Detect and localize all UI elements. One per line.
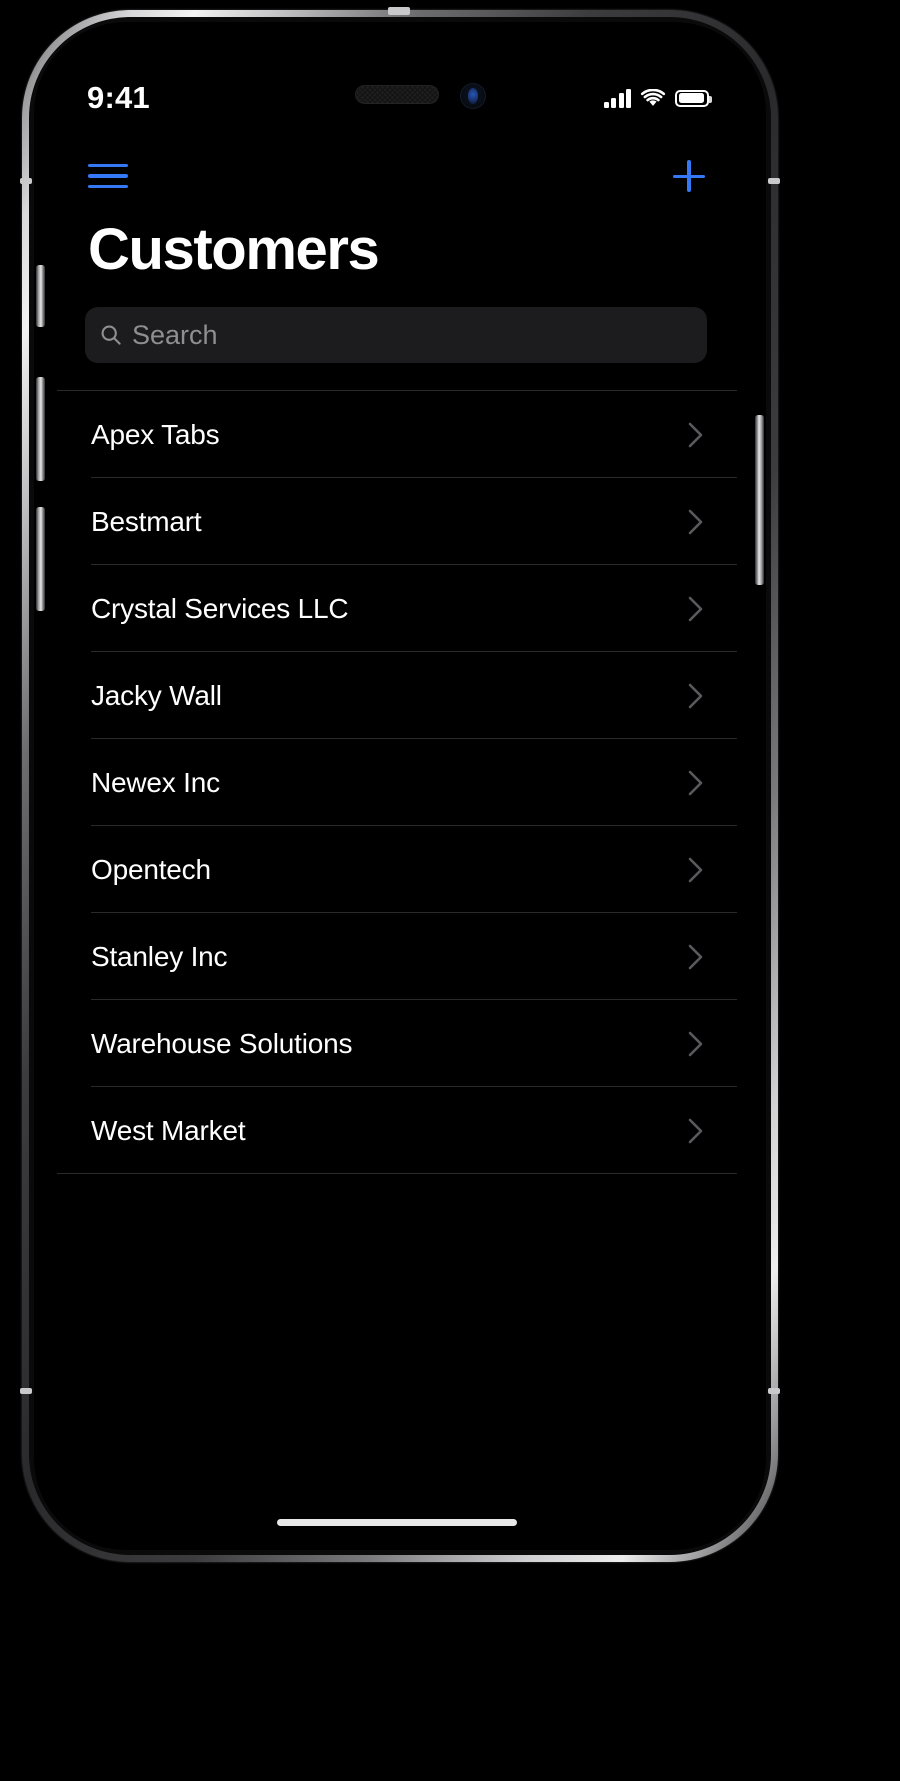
status-bar-clock: 9:41 — [87, 80, 150, 115]
search-input[interactable] — [132, 319, 693, 351]
cellular-bars-icon — [603, 88, 631, 108]
hamburger-menu-icon[interactable] — [88, 156, 132, 196]
antenna-line — [768, 178, 780, 184]
chevron-right-icon — [685, 418, 707, 452]
search-bar[interactable] — [85, 307, 707, 363]
hamburger-line — [88, 164, 128, 168]
list-item-label: Warehouse Solutions — [91, 1027, 353, 1059]
chevron-right-icon — [685, 679, 707, 713]
list-item[interactable]: Bestmart — [57, 478, 737, 565]
search-field[interactable] — [85, 307, 707, 363]
list-item-label: West Market — [91, 1114, 246, 1146]
list-item[interactable]: Apex Tabs — [57, 391, 737, 478]
list-item-label: Stanley Inc — [91, 940, 228, 972]
power-button[interactable] — [755, 415, 764, 585]
list-item[interactable]: West Market — [57, 1087, 737, 1174]
chevron-right-icon — [685, 853, 707, 887]
list-item[interactable]: Opentech — [57, 826, 737, 913]
chevron-right-icon — [685, 592, 707, 626]
list-item-label: Newex Inc — [91, 766, 220, 798]
chevron-right-icon — [685, 1027, 707, 1061]
hamburger-line — [88, 174, 128, 178]
list-item-label: Bestmart — [91, 505, 202, 537]
antenna-line — [388, 7, 410, 15]
list-item-label: Crystal Services LLC — [91, 592, 349, 624]
chevron-right-icon — [685, 940, 707, 974]
chevron-right-icon — [685, 766, 707, 800]
antenna-line — [768, 1388, 780, 1394]
list-item[interactable]: Warehouse Solutions — [57, 1000, 737, 1087]
antenna-line — [20, 1388, 32, 1394]
screenshot-root: 9:41 Customers Search Apex Tabs Bestmart… — [0, 0, 900, 1781]
plus-icon[interactable] — [665, 152, 713, 200]
device-frame: 9:41 Customers Search Apex Tabs Bestmart… — [20, 7, 780, 1562]
home-indicator[interactable] — [277, 1519, 517, 1526]
chevron-right-icon — [685, 1114, 707, 1148]
list-item-label: Jacky Wall — [91, 679, 222, 711]
volume-down-button[interactable] — [36, 507, 45, 611]
volume-up-button[interactable] — [36, 377, 45, 481]
list-item-label: Apex Tabs — [91, 418, 220, 450]
list-item-label: Opentech — [91, 853, 211, 885]
phone-screen: 9:41 Customers Search Apex Tabs Bestmart… — [57, 28, 737, 1540]
navigation-bar — [57, 146, 737, 208]
list-item[interactable]: Jacky Wall — [57, 652, 737, 739]
customer-list: Apex Tabs Bestmart Crystal Services LLC Jac… — [57, 391, 737, 1174]
battery-icon — [675, 89, 712, 107]
search-icon — [99, 323, 123, 347]
list-item[interactable]: Newex Inc — [57, 739, 737, 826]
hamburger-line — [88, 184, 128, 188]
status-bar-icons — [603, 76, 712, 120]
silent-switch-button[interactable] — [36, 265, 45, 327]
list-item[interactable]: Stanley Inc — [57, 913, 737, 1000]
list-item[interactable]: Crystal Services LLC — [57, 565, 737, 652]
antenna-line — [20, 178, 32, 184]
wifi-icon — [640, 88, 666, 108]
status-bar: 9:41 — [57, 76, 737, 120]
chevron-right-icon — [685, 505, 707, 539]
page-title: Customers — [88, 217, 380, 282]
list-separator — [57, 1173, 737, 1174]
